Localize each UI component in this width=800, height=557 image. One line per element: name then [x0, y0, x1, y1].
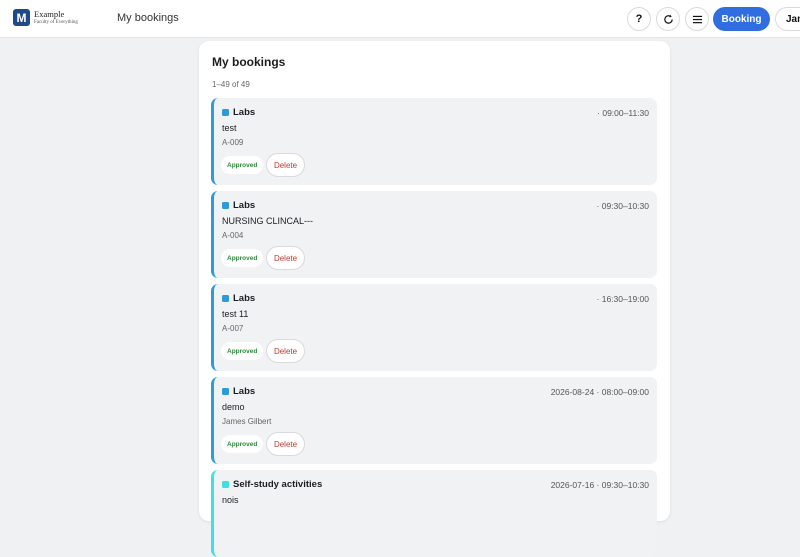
status-badge: Approved — [221, 249, 264, 267]
booking-time: 2026-08-24 · 08:00–09:00 — [550, 387, 649, 397]
booking-time: · 16:30–19:00 — [596, 294, 649, 304]
logo-tagline: Faculty of Everything — [34, 19, 78, 25]
delete-button[interactable]: Delete — [266, 153, 305, 177]
booking-card[interactable]: Labs · 09:00–11:30 test A-009 Approved D… — [211, 98, 657, 185]
booking-card[interactable]: Self-study activities 2026-07-16 · 09:30… — [211, 470, 657, 557]
status-badge: Approved — [221, 156, 264, 174]
logo[interactable]: M Example Faculty of Everything — [13, 9, 78, 26]
logo-text: Example Faculty of Everything — [34, 10, 78, 25]
booking-owner: James Gilbert — [222, 417, 272, 426]
panel-title: My bookings — [212, 55, 286, 69]
booking-card[interactable]: Labs · 09:30–10:30 NURSING CLINCAL--- A-… — [211, 191, 657, 278]
booking-category: Labs — [222, 107, 255, 118]
booking-category: Labs — [222, 200, 255, 211]
booking-time: 2026-07-16 · 09:30–10:30 — [550, 480, 649, 490]
category-label: Labs — [233, 200, 256, 211]
delete-button[interactable]: Delete — [266, 432, 305, 456]
result-count: 1–49 of 49 — [212, 80, 250, 89]
category-label: Self-study activities — [233, 479, 323, 490]
menu-icon — [692, 15, 702, 23]
category-color-icon — [222, 388, 229, 395]
category-label: Labs — [233, 293, 256, 304]
booking-card[interactable]: Labs · 16:30–19:00 test 11 A-007 Approve… — [211, 284, 657, 371]
category-label: Labs — [233, 107, 256, 118]
page-title: My bookings — [117, 12, 179, 24]
status-badge: Approved — [221, 342, 264, 360]
category-color-icon — [222, 109, 229, 116]
booking-time: · 09:30–10:30 — [596, 201, 649, 211]
menu-button[interactable] — [685, 7, 709, 31]
booking-category: Labs — [222, 293, 255, 304]
user-menu-button[interactable]: Jam — [775, 7, 800, 31]
refresh-button[interactable] — [656, 7, 680, 31]
booking-title: NURSING CLINCAL--- — [222, 216, 314, 226]
booking-card[interactable]: Labs 2026-08-24 · 08:00–09:00 demo James… — [211, 377, 657, 464]
booking-button[interactable]: Booking — [713, 7, 770, 31]
booking-title: test 11 — [222, 309, 249, 319]
delete-button[interactable]: Delete — [266, 246, 305, 270]
category-color-icon — [222, 202, 229, 209]
booking-category: Labs — [222, 386, 255, 397]
status-badge: Approved — [221, 435, 264, 453]
category-color-icon — [222, 481, 229, 488]
booking-category: Self-study activities — [222, 479, 322, 490]
booking-title: nois — [222, 495, 239, 505]
bookings-panel: My bookings 1–49 of 49 Labs · 09:00–11:3… — [199, 41, 670, 557]
booking-room: A-009 — [222, 138, 244, 147]
category-label: Labs — [233, 386, 256, 397]
booking-time: · 09:00–11:30 — [597, 108, 649, 118]
logo-mark: M — [13, 9, 30, 26]
refresh-icon — [663, 14, 673, 24]
booking-title: test — [222, 123, 237, 133]
category-color-icon — [222, 295, 229, 302]
top-bar: M Example Faculty of Everything My booki… — [0, 0, 800, 38]
help-button[interactable]: ? — [627, 7, 651, 31]
booking-room: A-007 — [222, 324, 244, 333]
booking-title: demo — [222, 402, 245, 412]
delete-button[interactable]: Delete — [266, 339, 305, 363]
booking-room: A-004 — [222, 231, 244, 240]
help-icon: ? — [635, 13, 643, 25]
logo-name: Example — [34, 9, 65, 20]
